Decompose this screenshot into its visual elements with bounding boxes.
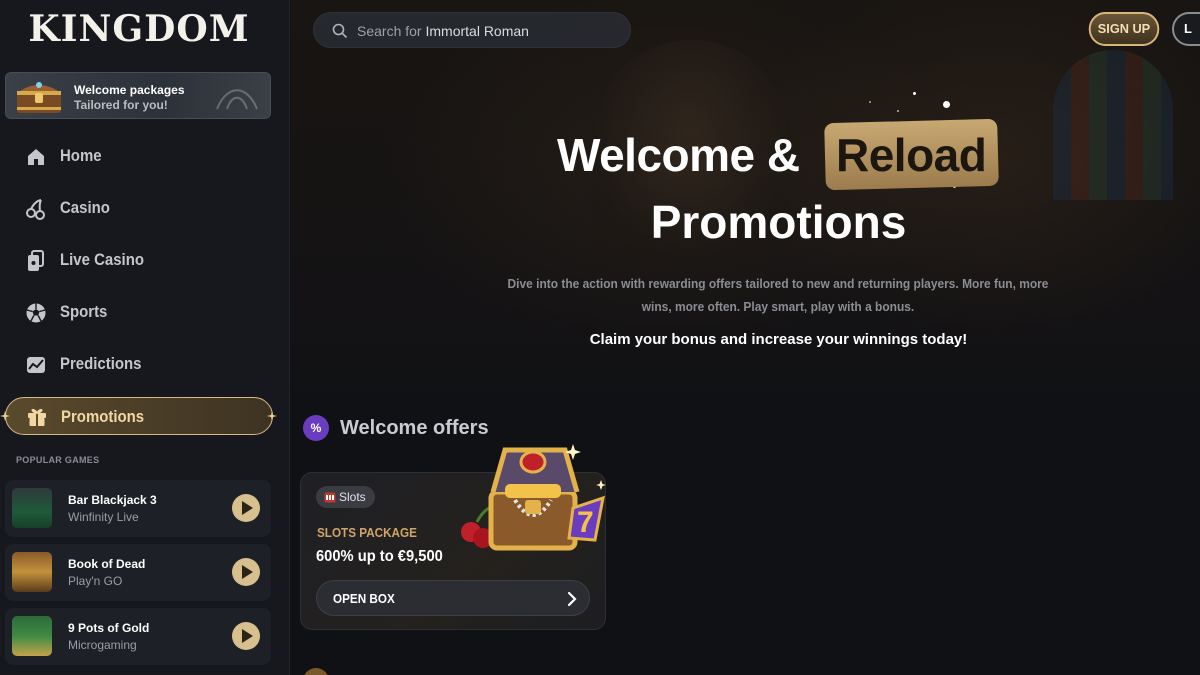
search-placeholder: Search for Immortal Roman [357,23,529,39]
game-thumbnail [12,552,52,592]
sidebar-item-promotions[interactable]: Promotions [5,397,273,435]
game-provider: Microgaming [68,638,137,652]
sidebar-item-label: Home [60,146,102,165]
sparkle-icon [0,411,10,421]
sidebar-item-label: Casino [60,198,110,217]
category-tag: Slots [316,486,375,508]
offer-kicker: SLOTS PACKAGE [317,525,417,540]
sidebar-item-predictions[interactable]: Predictions [0,344,278,384]
sparkle-icon [267,411,277,421]
sparkle-dot [943,101,950,108]
game-name: Book of Dead [68,557,146,571]
next-section-icon [303,668,329,675]
game-thumbnail [12,616,52,656]
signup-button[interactable]: SIGN UP [1088,12,1160,46]
welcome-card-subtitle: Tailored for you! [74,98,168,112]
cherries-icon [26,199,45,220]
sidebar-item-label: Predictions [60,354,142,373]
chevron-right-icon [567,591,577,607]
play-icon [242,565,253,579]
welcome-packages-card[interactable]: Welcome packages Tailored for you! [5,72,271,119]
game-provider: Play'n GO [68,574,123,588]
gift-icon [28,408,46,426]
hero-claim: Claim your bonus and increase your winni… [589,331,968,348]
play-button[interactable] [232,558,260,586]
hero-title-part1: Welcome & [557,129,800,181]
play-button[interactable] [232,622,260,650]
kingdom-logo[interactable]: KINGDOM [0,8,278,50]
ornament-icon [216,89,258,110]
offer-amount: 600% up to €9,500 [316,548,443,565]
chart-icon [27,357,45,373]
play-icon [242,629,253,643]
sidebar-item-live-casino[interactable]: Live Casino [0,240,278,280]
sidebar-item-casino[interactable]: Casino [0,188,278,228]
game-row-book-of-dead[interactable]: Book of Dead Play'n GO [5,544,271,601]
sidebar-item-home[interactable]: Home [0,136,278,176]
hero-title-highlight: Reload [836,129,987,181]
sparkle-dot [897,110,899,112]
slot-machine-icon [324,492,336,503]
treasure-chest-icon [17,82,61,113]
sidebar-item-label: Sports [60,302,108,321]
sparkle-dot [869,101,871,103]
game-name: 9 Pots of Gold [68,621,150,635]
cards-icon [28,250,44,271]
sidebar: KINGDOM Welcome packages Tailored for yo… [0,0,290,675]
play-icon [242,501,253,515]
hero-title-line2: Promotions [650,196,907,248]
sidebar-item-label: Promotions [61,407,145,426]
search-highlight: Immortal Roman [425,23,529,39]
section-title: Welcome offers [340,417,489,439]
category-tag-label: Slots [339,490,366,504]
game-thumbnail [12,488,52,528]
game-row-bar-blackjack-3[interactable]: Bar Blackjack 3 Winfinity Live [5,480,271,537]
popular-games-label: POPULAR GAMES [16,455,100,465]
home-icon [28,149,44,165]
game-provider: Winfinity Live [68,510,139,524]
open-box-label: OPEN BOX [333,591,395,606]
game-name: Bar Blackjack 3 [68,493,157,507]
hero-description: Dive into the action with rewarding offe… [507,276,1049,314]
sparkle-dot [913,92,916,95]
soccer-ball-icon [26,303,46,323]
play-button[interactable] [232,494,260,522]
background-stained-glass [1053,50,1173,200]
open-box-button[interactable]: OPEN BOX [316,580,590,616]
sidebar-item-label: Live Casino [60,250,144,269]
search-input[interactable]: Search for Immortal Roman [313,12,631,48]
percent-icon: % [303,415,329,441]
main-content: Search for Immortal Roman SIGN UP L Welc… [291,0,1200,675]
treasure-chest-icon: 7 [461,444,606,551]
svg-text:7: 7 [577,506,594,539]
game-row-9-pots-of-gold[interactable]: 9 Pots of Gold Microgaming [5,608,271,665]
search-icon [332,23,348,39]
welcome-card-title: Welcome packages [74,83,185,97]
login-button[interactable]: L [1172,12,1200,46]
search-prefix: Search for [357,23,422,39]
sidebar-item-sports[interactable]: Sports [0,292,278,332]
